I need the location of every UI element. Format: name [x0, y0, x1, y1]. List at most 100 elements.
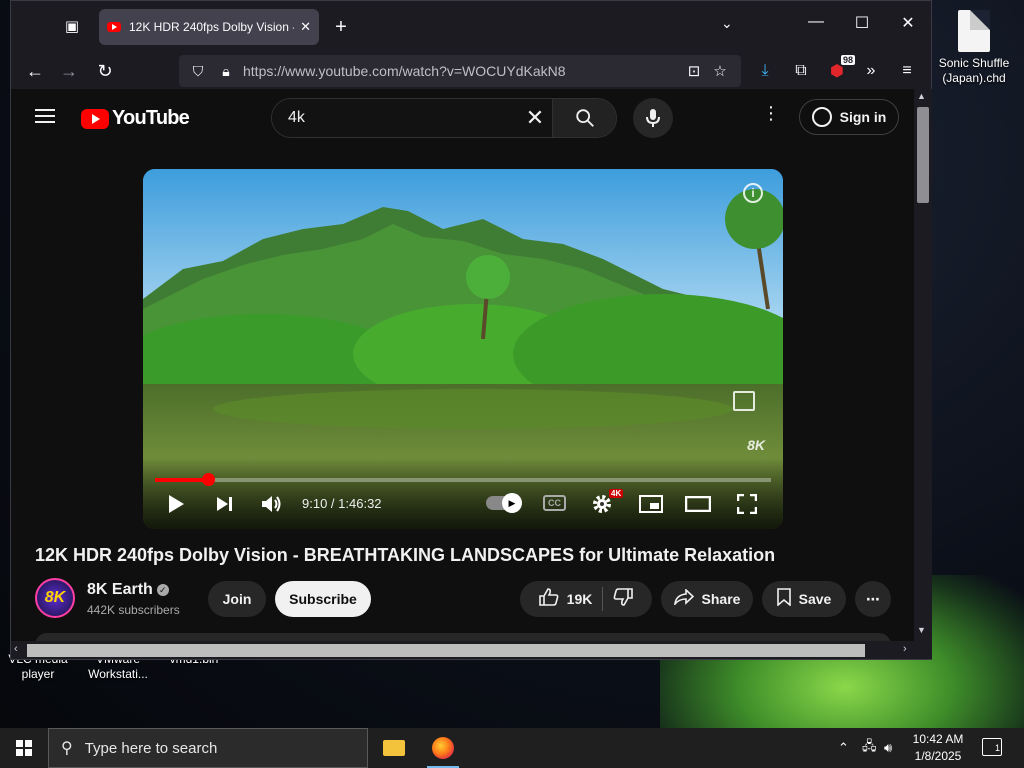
navigation-toolbar: ← → ↻ ⛉ 🔒︎ https://www.youtube.com/watch…: [11, 53, 931, 89]
time-current: 9:10: [302, 496, 328, 511]
downloads-icon[interactable]: ⤓: [751, 57, 779, 85]
like-count[interactable]: 19K: [567, 591, 593, 607]
action-center-button[interactable]: 1: [982, 738, 1002, 756]
bookmark-star-icon[interactable]: ☆: [707, 62, 733, 80]
close-window-button[interactable]: ✕: [893, 13, 923, 33]
video-title: 12K HDR 240fps Dolby Vision - BREATHTAKI…: [35, 545, 776, 565]
reader-view-icon[interactable]: ⊡: [681, 62, 707, 80]
firefox-taskbar-button[interactable]: [419, 728, 467, 768]
sign-in-button[interactable]: Sign in: [799, 99, 899, 135]
theater-mode-button[interactable]: [685, 491, 711, 517]
play-button[interactable]: [167, 491, 185, 517]
clear-search-icon[interactable]: ✕: [518, 99, 552, 137]
channel-name: 8K Earth: [87, 581, 153, 598]
clock-date: 1/8/2025: [914, 749, 962, 763]
tracking-shield-icon[interactable]: ⛉: [187, 63, 209, 80]
settings-more-icon[interactable]: ⋮: [761, 103, 781, 124]
app-menu-icon[interactable]: ≡: [893, 57, 921, 85]
extensions-icon[interactable]: ⧉: [787, 57, 815, 85]
verified-check-icon: ✓: [156, 584, 169, 596]
search-icon: [575, 109, 594, 127]
list-all-tabs-chevron-icon[interactable]: ⌄: [721, 15, 733, 32]
scroll-up-arrow-icon[interactable]: ▲: [917, 91, 926, 101]
share-button[interactable]: Share: [661, 581, 753, 617]
video-player[interactable]: i 8K 9:10 / 1:46:32 ▶ CC 4K: [143, 169, 783, 529]
youtube-logo-text: YouTube: [112, 107, 190, 129]
back-button[interactable]: ←: [21, 57, 49, 85]
vertical-scrollbar-thumb[interactable]: [917, 107, 929, 203]
start-button[interactable]: [0, 728, 48, 768]
overflow-menu-icon[interactable]: »: [857, 57, 885, 85]
maximize-button[interactable]: ☐: [847, 13, 877, 33]
show-hidden-icons-chevron-icon[interactable]: ⌃: [838, 728, 849, 768]
share-label: Share: [701, 591, 741, 607]
channel-watermark[interactable]: 8K: [747, 437, 765, 453]
play-icon: [169, 495, 184, 513]
guide-menu-icon[interactable]: [35, 109, 55, 123]
volume-icon: [262, 496, 281, 512]
horizontal-scrollbar[interactable]: ‹ ›: [11, 641, 932, 659]
miniplayer-expand-icon[interactable]: [733, 391, 755, 411]
vertical-scrollbar[interactable]: ▲ ▼: [914, 89, 932, 641]
account-icon: [811, 107, 832, 127]
scroll-right-arrow-icon[interactable]: ›: [903, 643, 907, 655]
search-box: 4k ✕: [271, 98, 617, 138]
description-box[interactable]: [35, 633, 891, 641]
firefox-view-icon[interactable]: ▣: [59, 13, 85, 39]
fullscreen-icon: [737, 494, 757, 514]
forward-button[interactable]: →: [55, 57, 83, 85]
lock-icon[interactable]: 🔒︎: [215, 63, 237, 80]
address-bar[interactable]: ⛉ 🔒︎ https://www.youtube.com/watch?v=WOC…: [179, 55, 741, 87]
firefox-icon: [432, 737, 454, 759]
autoplay-toggle[interactable]: ▶: [486, 493, 522, 513]
minimize-button[interactable]: —: [801, 13, 831, 31]
progress-scrubber[interactable]: [201, 473, 215, 486]
mute-button[interactable]: [261, 491, 283, 517]
search-button[interactable]: [552, 99, 616, 137]
extension-badge: 98: [840, 55, 855, 65]
taskbar: ⚲ Type here to search ⌃ 🖧︎ 🔊︎ 10:42 AM 1…: [0, 728, 1024, 768]
desktop-icon-file[interactable]: Sonic Shuffle (Japan).chd: [932, 10, 1016, 86]
taskbar-search-box[interactable]: ⚲ Type here to search: [48, 728, 368, 768]
save-button[interactable]: Save: [762, 581, 846, 617]
thumbs-up-icon[interactable]: [538, 587, 559, 611]
clock-time: 10:42 AM: [912, 732, 964, 746]
next-button[interactable]: [215, 491, 233, 517]
new-tab-button[interactable]: +: [327, 13, 355, 41]
microphone-icon: [646, 109, 660, 127]
subscriber-count: 442K subscribers: [87, 603, 180, 617]
reload-button[interactable]: ↻: [91, 57, 119, 85]
progress-bar[interactable]: [155, 473, 771, 486]
miniplayer-button[interactable]: [639, 491, 663, 517]
scroll-down-arrow-icon[interactable]: ▼: [917, 625, 926, 635]
autoplay-play-icon: ▶: [502, 493, 522, 513]
tab-close-icon[interactable]: ✕: [300, 19, 311, 35]
miniplayer-icon: [639, 495, 663, 513]
fullscreen-button[interactable]: [737, 491, 757, 517]
file-icon: [958, 10, 990, 52]
taskbar-search-placeholder: Type here to search: [84, 739, 218, 757]
channel-name-link[interactable]: 8K Earth ✓: [87, 581, 169, 599]
file-explorer-taskbar-button[interactable]: [370, 728, 418, 768]
like-dislike-group: 19K: [520, 581, 652, 617]
system-clock[interactable]: 10:42 AM 1/8/2025: [906, 731, 970, 765]
info-icon[interactable]: i: [743, 183, 763, 203]
scroll-left-arrow-icon[interactable]: ‹: [14, 643, 18, 655]
channel-avatar[interactable]: 8K: [35, 578, 75, 618]
voice-search-button[interactable]: [633, 98, 673, 138]
join-button[interactable]: Join: [208, 581, 266, 617]
more-actions-button[interactable]: ⋯: [855, 581, 891, 617]
network-icon[interactable]: 🖧︎: [862, 728, 877, 768]
youtube-logo[interactable]: YouTube: [81, 107, 190, 130]
folder-icon: [383, 740, 405, 756]
subtitles-button[interactable]: CC: [543, 495, 566, 511]
search-input[interactable]: 4k: [272, 99, 518, 137]
horizontal-scrollbar-thumb[interactable]: [27, 644, 865, 657]
volume-tray-icon[interactable]: 🔊︎: [884, 728, 892, 768]
tab-youtube[interactable]: 12K HDR 240fps Dolby Vision - ✕: [99, 9, 319, 45]
ublock-icon[interactable]: ⬢ 98: [823, 55, 855, 85]
url-text[interactable]: https://www.youtube.com/watch?v=WOCUYdKa…: [243, 63, 681, 79]
subscribe-button[interactable]: Subscribe: [275, 581, 371, 617]
thumbs-down-icon[interactable]: [613, 587, 634, 611]
save-label: Save: [798, 591, 832, 607]
